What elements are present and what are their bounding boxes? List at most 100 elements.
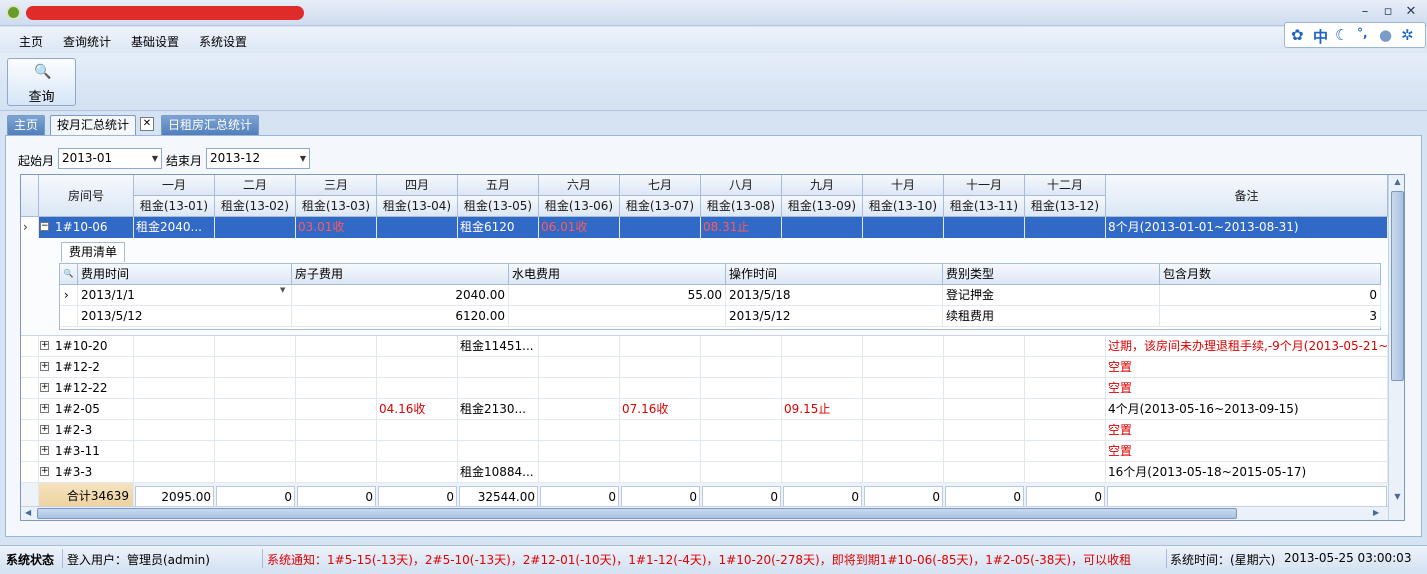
remark-header[interactable]: 备注: [1106, 175, 1388, 217]
month-cell[interactable]: [944, 399, 1025, 420]
room-cell[interactable]: 1#3-11: [39, 441, 134, 462]
month-cell[interactable]: [215, 441, 296, 462]
detail-cell[interactable]: 55.00: [509, 285, 726, 306]
month-header[interactable]: 三月: [296, 175, 377, 196]
month-cell[interactable]: [134, 420, 215, 441]
month-cell[interactable]: [701, 378, 782, 399]
room-cell[interactable]: 1#3-3: [39, 462, 134, 483]
month-cell[interactable]: [944, 217, 1025, 238]
month-header[interactable]: 二月: [215, 175, 296, 196]
month-cell[interactable]: [134, 441, 215, 462]
chevron-down-icon[interactable]: ▼: [280, 286, 285, 294]
month-header[interactable]: 十一月: [944, 175, 1025, 196]
month-cell[interactable]: 租金2040...: [134, 217, 215, 238]
expand-icon[interactable]: +: [40, 425, 49, 434]
detail-header[interactable]: 水电费用: [509, 264, 726, 285]
month-cell[interactable]: [296, 441, 377, 462]
scroll-right-icon[interactable]: ▶: [1373, 508, 1379, 517]
month-cell[interactable]: [1025, 217, 1106, 238]
month-cell[interactable]: [296, 357, 377, 378]
month-cell[interactable]: [539, 378, 620, 399]
detail-cell[interactable]: 2040.00: [292, 285, 509, 306]
month-subheader[interactable]: 租金(13-04): [377, 196, 458, 217]
month-cell[interactable]: [134, 357, 215, 378]
month-header[interactable]: 一月: [134, 175, 215, 196]
detail-header[interactable]: 费别类型: [943, 264, 1160, 285]
month-cell[interactable]: [215, 217, 296, 238]
month-cell[interactable]: [296, 336, 377, 357]
moon-icon[interactable]: ☾: [1335, 26, 1348, 44]
month-cell[interactable]: [296, 378, 377, 399]
vertical-scroll-thumb[interactable]: [1391, 191, 1404, 381]
month-header[interactable]: 十二月: [1025, 175, 1106, 196]
month-cell[interactable]: [863, 336, 944, 357]
detail-tab[interactable]: 费用清单: [61, 242, 125, 262]
month-cell[interactable]: [215, 336, 296, 357]
horizontal-scroll-thumb[interactable]: [37, 508, 1237, 519]
month-cell[interactable]: [1025, 357, 1106, 378]
menu-basic-settings[interactable]: 基础设置: [131, 33, 179, 50]
month-cell[interactable]: [296, 420, 377, 441]
filter-icon[interactable]: 🔍: [60, 264, 78, 285]
month-cell[interactable]: [215, 357, 296, 378]
month-header[interactable]: 五月: [458, 175, 539, 196]
month-cell[interactable]: [782, 378, 863, 399]
maximize-icon[interactable]: ▫: [1377, 3, 1399, 21]
table-row[interactable]: › 1#10-06− 租金2040... 03.01收 租金6120 06.01收 08.3…: [21, 217, 1388, 238]
scroll-left-icon[interactable]: ◀: [25, 508, 31, 517]
month-cell[interactable]: [944, 336, 1025, 357]
detail-cell[interactable]: 6120.00: [292, 306, 509, 327]
month-cell[interactable]: [539, 462, 620, 483]
month-cell[interactable]: [782, 441, 863, 462]
month-cell[interactable]: [863, 399, 944, 420]
table-row[interactable]: 1#2-05 +04.16收 租金2130... 07.16收 09.15止 4个月(20…: [21, 399, 1388, 420]
expand-icon[interactable]: +: [40, 341, 49, 350]
detail-cell[interactable]: 2013/1/1: [78, 285, 292, 306]
detail-cell[interactable]: 3: [1160, 306, 1381, 327]
collapse-icon[interactable]: −: [40, 222, 49, 231]
month-cell[interactable]: [215, 378, 296, 399]
month-cell[interactable]: [944, 357, 1025, 378]
user-icon[interactable]: ●: [1379, 26, 1392, 44]
room-cell[interactable]: 1#10-20: [39, 336, 134, 357]
month-cell[interactable]: [215, 399, 296, 420]
month-cell[interactable]: [782, 420, 863, 441]
month-cell[interactable]: [539, 357, 620, 378]
month-cell[interactable]: 08.31止: [701, 217, 782, 238]
monthly-grid[interactable]: 房间号 一月 租金(13-01) 二月 租金(13-02) 三月 租金(13-03) 四月 租金…: [20, 174, 1405, 521]
month-cell[interactable]: [863, 462, 944, 483]
expand-icon[interactable]: +: [40, 362, 49, 371]
punct-icon[interactable]: °,: [1357, 26, 1368, 40]
menu-query-stats[interactable]: 查询统计: [63, 33, 111, 50]
month-cell[interactable]: [782, 336, 863, 357]
month-header[interactable]: 四月: [377, 175, 458, 196]
month-cell[interactable]: [1025, 441, 1106, 462]
month-cell[interactable]: [458, 441, 539, 462]
month-cell[interactable]: [539, 420, 620, 441]
month-cell[interactable]: [944, 420, 1025, 441]
month-cell[interactable]: [1025, 420, 1106, 441]
month-cell[interactable]: [782, 357, 863, 378]
month-header[interactable]: 七月: [620, 175, 701, 196]
table-row[interactable]: 1#10-20 + 租金11451... 过期，该房间未办理退租手续,-9个月(201…: [21, 336, 1388, 357]
detail-header[interactable]: 房子费用: [292, 264, 509, 285]
month-cell[interactable]: [377, 217, 458, 238]
horizontal-scrollbar[interactable]: ◀ ▶: [21, 506, 1388, 520]
month-cell[interactable]: [134, 399, 215, 420]
month-cell[interactable]: [620, 378, 701, 399]
month-cell[interactable]: [1025, 399, 1106, 420]
vertical-scrollbar[interactable]: ▲ ▼: [1388, 175, 1404, 520]
month-cell[interactable]: [944, 441, 1025, 462]
month-cell[interactable]: [620, 336, 701, 357]
month-cell[interactable]: 06.01收: [539, 217, 620, 238]
month-subheader[interactable]: 租金(13-06): [539, 196, 620, 217]
end-month-select[interactable]: 2013-12 ▼: [206, 148, 310, 169]
ime-mode[interactable]: 中: [1313, 26, 1328, 47]
detail-header[interactable]: 费用时间: [78, 264, 292, 285]
detail-cell[interactable]: 2013/5/18: [726, 285, 943, 306]
month-cell[interactable]: 租金6120: [458, 217, 539, 238]
month-cell[interactable]: [701, 399, 782, 420]
detail-header[interactable]: 包含月数: [1160, 264, 1381, 285]
close-icon[interactable]: ✕: [1400, 3, 1422, 21]
month-cell[interactable]: [863, 217, 944, 238]
